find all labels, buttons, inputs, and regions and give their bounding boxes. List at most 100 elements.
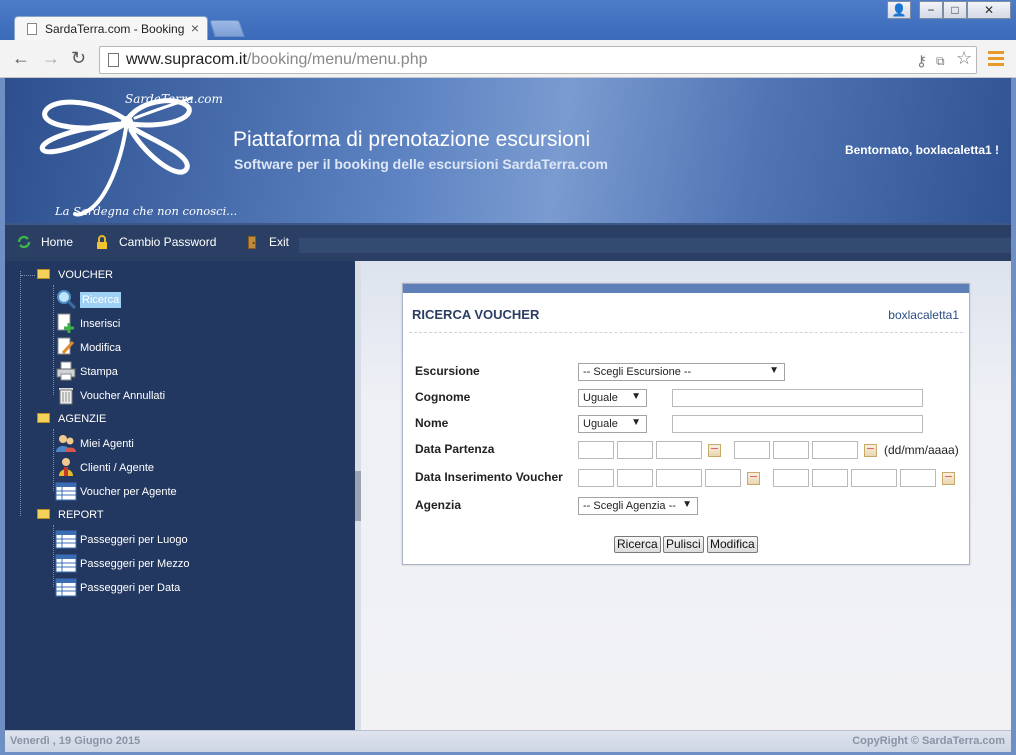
navbar-strip [299, 238, 1011, 253]
agenzia-select-value: -- Scegli Agenzia -- [583, 500, 676, 512]
url-host: www.supracom.it [126, 51, 247, 68]
agent-icon [59, 458, 73, 476]
nome-label: Nome [415, 416, 449, 430]
agenzia-label: Agenzia [415, 498, 462, 512]
calendar-icon[interactable] [708, 444, 721, 457]
sidebar-item-stampa[interactable]: Stampa [55, 361, 118, 381]
ricerca-button[interactable]: Ricerca [614, 536, 661, 553]
dropdown-arrow-icon: ▼ [631, 391, 641, 402]
partenza-from-month-input[interactable] [617, 441, 653, 459]
browser-chrome: SardaTerra.com - Booking Sc × 👤 − □ ✕ ← … [0, 0, 1016, 78]
sidebar-item-inserisci[interactable]: Inserisci [55, 313, 120, 333]
nav-home[interactable]: Home [17, 235, 73, 249]
nav-exit[interactable]: Exit [245, 235, 289, 249]
panel-divider [409, 332, 963, 333]
agenzia-select[interactable]: -- Scegli Agenzia -- ▼ [578, 497, 698, 515]
footer-copyright: CopyRight © SardaTerra.com [852, 735, 1005, 747]
sidebar-item-miei-agenti[interactable]: Miei Agenti [55, 433, 134, 453]
sidebar-item-clienti-agente[interactable]: Clienti / Agente [55, 457, 154, 477]
user-icon[interactable]: 👤 [887, 1, 911, 19]
sidebar-item-modifica[interactable]: Modifica [55, 337, 121, 357]
sidebar-item-label: Passeggeri per Luogo [80, 534, 188, 546]
partenza-from-day-input[interactable] [578, 441, 614, 459]
tree-group-report[interactable]: REPORT [21, 509, 104, 521]
cognome-input[interactable] [672, 389, 923, 407]
partenza-to-year-input[interactable] [812, 441, 858, 459]
browser-menu-icon[interactable] [986, 48, 1006, 70]
sidebar-item-passeggeri-mezzo[interactable]: Passeggeri per Mezzo [55, 553, 189, 573]
sidebar-item-passeggeri-data[interactable]: Passeggeri per Data [55, 577, 180, 597]
close-tab-icon[interactable]: × [191, 20, 199, 36]
date-format-hint: (dd/mm/aaaa) [884, 443, 959, 457]
modifica-button[interactable]: Modifica [707, 536, 758, 553]
key-icon[interactable]: ⚷ [916, 52, 927, 70]
minimize-button[interactable]: − [919, 1, 943, 19]
browser-tab[interactable]: SardaTerra.com - Booking Sc × [14, 16, 208, 42]
calendar-icon[interactable] [942, 472, 955, 485]
maximize-button[interactable]: □ [943, 1, 967, 19]
cognome-operator-select[interactable]: Uguale ▼ [578, 389, 647, 407]
folder-icon [37, 269, 50, 279]
inserimento-to-year-input[interactable] [851, 469, 897, 487]
brand-name: SardaTerra.com [125, 92, 223, 106]
inserimento-from-month-input[interactable] [617, 469, 653, 487]
sidebar-item-passeggeri-luogo[interactable]: Passeggeri per Luogo [55, 529, 188, 549]
escursione-select[interactable]: -- Scegli Escursione -- ▼ [578, 363, 785, 381]
site-header: SardaTerra.com La Sardegna che non conos… [5, 78, 1011, 223]
sidebar-item-label: Voucher Annullati [80, 390, 166, 402]
dropdown-arrow-icon: ▼ [682, 499, 692, 510]
folder-icon [37, 509, 50, 519]
sidebar-item-voucher-annullati[interactable]: Voucher Annullati [55, 385, 165, 405]
search-voucher-panel: RICERCA VOUCHER boxlacaletta1 Escursione… [402, 283, 970, 565]
new-tab-button[interactable] [209, 20, 245, 37]
calendar-icon[interactable] [864, 444, 877, 457]
dragonfly-logo-icon [39, 96, 193, 217]
sidebar-item-label: Modifica [80, 342, 121, 354]
sidebar-item-label: Clienti / Agente [80, 462, 154, 474]
sidebar-item-label: Voucher per Agente [80, 486, 177, 498]
tree-group-label: REPORT [58, 509, 104, 521]
partenza-to-month-input[interactable] [773, 441, 809, 459]
panel-username: boxlacaletta1 [888, 308, 959, 322]
nome-operator-select[interactable]: Uguale ▼ [578, 415, 647, 433]
address-bar[interactable]: www.supracom.it/booking/menu/menu.php ⚷ … [99, 46, 977, 74]
url-path: /booking/menu/menu.php [246, 51, 428, 68]
tree-group-label: VOUCHER [58, 269, 114, 281]
sidebar-item-voucher-per-agente[interactable]: Voucher per Agente [55, 481, 177, 501]
calendar-icon[interactable] [747, 472, 760, 485]
footer-date: Venerdì , 19 Giugno 2015 [10, 735, 141, 747]
star-icon[interactable]: ☆ [956, 48, 972, 69]
reload-icon[interactable]: ↻ [71, 48, 86, 69]
partenza-from-year-input[interactable] [656, 441, 702, 459]
tree-group-voucher[interactable]: VOUCHER [21, 269, 113, 281]
escursione-select-value: -- Scegli Escursione -- [583, 366, 692, 378]
welcome-message: Bentornato, boxlacaletta1 ! [844, 143, 999, 157]
printer-icon [56, 361, 76, 381]
forward-icon[interactable]: → [42, 48, 60, 69]
nav-exit-label: Exit [269, 235, 290, 249]
inserimento-from-day-input[interactable] [578, 469, 614, 487]
tree-group-label: AGENZIE [58, 413, 107, 425]
table-icon [55, 482, 77, 501]
inserimento-to-day-input[interactable] [773, 469, 809, 487]
inserimento-from-time-input[interactable] [705, 469, 741, 487]
sidebar-item-ricerca[interactable]: Ricerca [55, 289, 122, 309]
inserimento-to-time-input[interactable] [900, 469, 936, 487]
nav-change-password[interactable]: Cambio Password [95, 235, 216, 249]
escursione-label: Escursione [415, 364, 480, 378]
inserimento-from-year-input[interactable] [656, 469, 702, 487]
trash-icon [59, 388, 73, 405]
partenza-to-day-input[interactable] [734, 441, 770, 459]
sidebar-item-label: Inserisci [80, 318, 121, 330]
dropdown-arrow-icon: ▼ [769, 365, 779, 376]
panel-header-bar [403, 284, 969, 293]
panel-title: RICERCA VOUCHER [412, 307, 540, 322]
back-icon[interactable]: ← [12, 48, 30, 69]
pulisci-button[interactable]: Pulisci [663, 536, 704, 553]
close-window-button[interactable]: ✕ [967, 1, 1011, 19]
translate-icon[interactable]: ⧉ [936, 54, 945, 69]
nome-input[interactable] [672, 415, 923, 433]
tree-group-agenzie[interactable]: AGENZIE [21, 413, 106, 425]
inserimento-to-month-input[interactable] [812, 469, 848, 487]
page-icon [108, 53, 119, 67]
